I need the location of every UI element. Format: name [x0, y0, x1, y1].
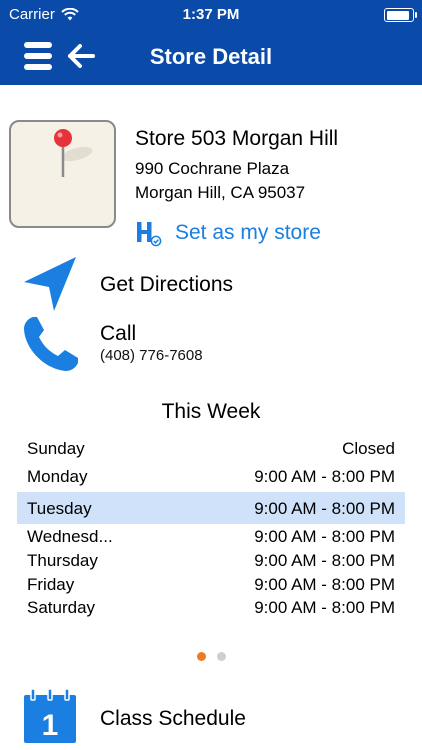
hours-title: This Week [161, 400, 261, 423]
page-dot-2[interactable] [216, 652, 226, 661]
hours-row-thursday: Thursday 9:00 AM - 8:00 PM [17, 548, 405, 572]
day-label: Saturday [27, 598, 96, 617]
hours-row-monday: Monday 9:00 AM - 8:00 PM [17, 464, 405, 489]
time-label: 9:00 AM - 8:00 PM [254, 467, 395, 486]
store-address-line1: 990 Cochrane Plaza [135, 159, 290, 178]
hours-row-friday: Friday 9:00 AM - 8:00 PM [17, 572, 405, 595]
navigation-arrow-icon [24, 257, 76, 311]
day-label: Wednesd... [27, 527, 113, 546]
status-time: 1:37 PM [182, 6, 240, 23]
hours-table: Sunday Closed Monday 9:00 AM - 8:00 PM T… [17, 436, 405, 620]
status-bar: Carrier 1:37 PM [0, 0, 422, 30]
get-directions-row[interactable]: Get Directions [0, 255, 422, 315]
hours-row-tuesday: Tuesday 9:00 AM - 8:00 PM [17, 492, 405, 524]
time-label: 9:00 AM - 8:00 PM [254, 575, 395, 594]
calendar-day-number: 1 [42, 709, 59, 742]
set-as-my-store-button[interactable]: Set as my store [135, 218, 321, 248]
day-label: Monday [27, 467, 88, 486]
calendar-icon: 1 [24, 688, 76, 743]
get-directions-label: Get Directions [100, 273, 234, 296]
nav-bar: Store Detail [0, 30, 422, 85]
class-schedule-label: Class Schedule [100, 707, 246, 730]
map-pin-icon [54, 129, 93, 177]
app-header: Carrier 1:37 PM Store Detail [0, 0, 422, 85]
time-label: 9:00 AM - 8:00 PM [254, 527, 395, 546]
call-row[interactable]: Call (408) 776-7608 [0, 315, 422, 375]
page-indicator [0, 652, 422, 661]
hours-row-wednesday: Wednesd... 9:00 AM - 8:00 PM [17, 524, 405, 548]
store-map-thumbnail[interactable] [9, 120, 116, 228]
time-label: 9:00 AM - 8:00 PM [254, 499, 395, 518]
time-label: 9:00 AM - 8:00 PM [254, 551, 395, 570]
store-name: Store 503 Morgan Hill [135, 127, 339, 150]
battery-icon [384, 8, 417, 22]
set-store-label: Set as my store [175, 221, 321, 244]
day-label: Thursday [27, 551, 98, 570]
page-dot-1[interactable] [196, 652, 206, 661]
phone-number[interactable]: (408) 776-7608 [100, 347, 203, 364]
time-label: Closed [342, 439, 395, 458]
day-label: Sunday [27, 439, 85, 458]
day-label: Friday [27, 575, 75, 594]
call-label: Call [100, 322, 137, 345]
page-title: Store Detail [149, 44, 273, 69]
store-h-badge-icon [137, 222, 162, 247]
phone-icon [24, 317, 78, 371]
class-schedule-row[interactable]: 1 Class Schedule [0, 688, 422, 750]
hours-row-saturday: Saturday 9:00 AM - 8:00 PM [17, 595, 405, 620]
hours-row-sunday: Sunday Closed [17, 436, 405, 461]
time-label: 9:00 AM - 8:00 PM [254, 598, 395, 617]
day-label: Tuesday [27, 499, 92, 518]
store-address-line2: Morgan Hill, CA 95037 [135, 183, 306, 202]
